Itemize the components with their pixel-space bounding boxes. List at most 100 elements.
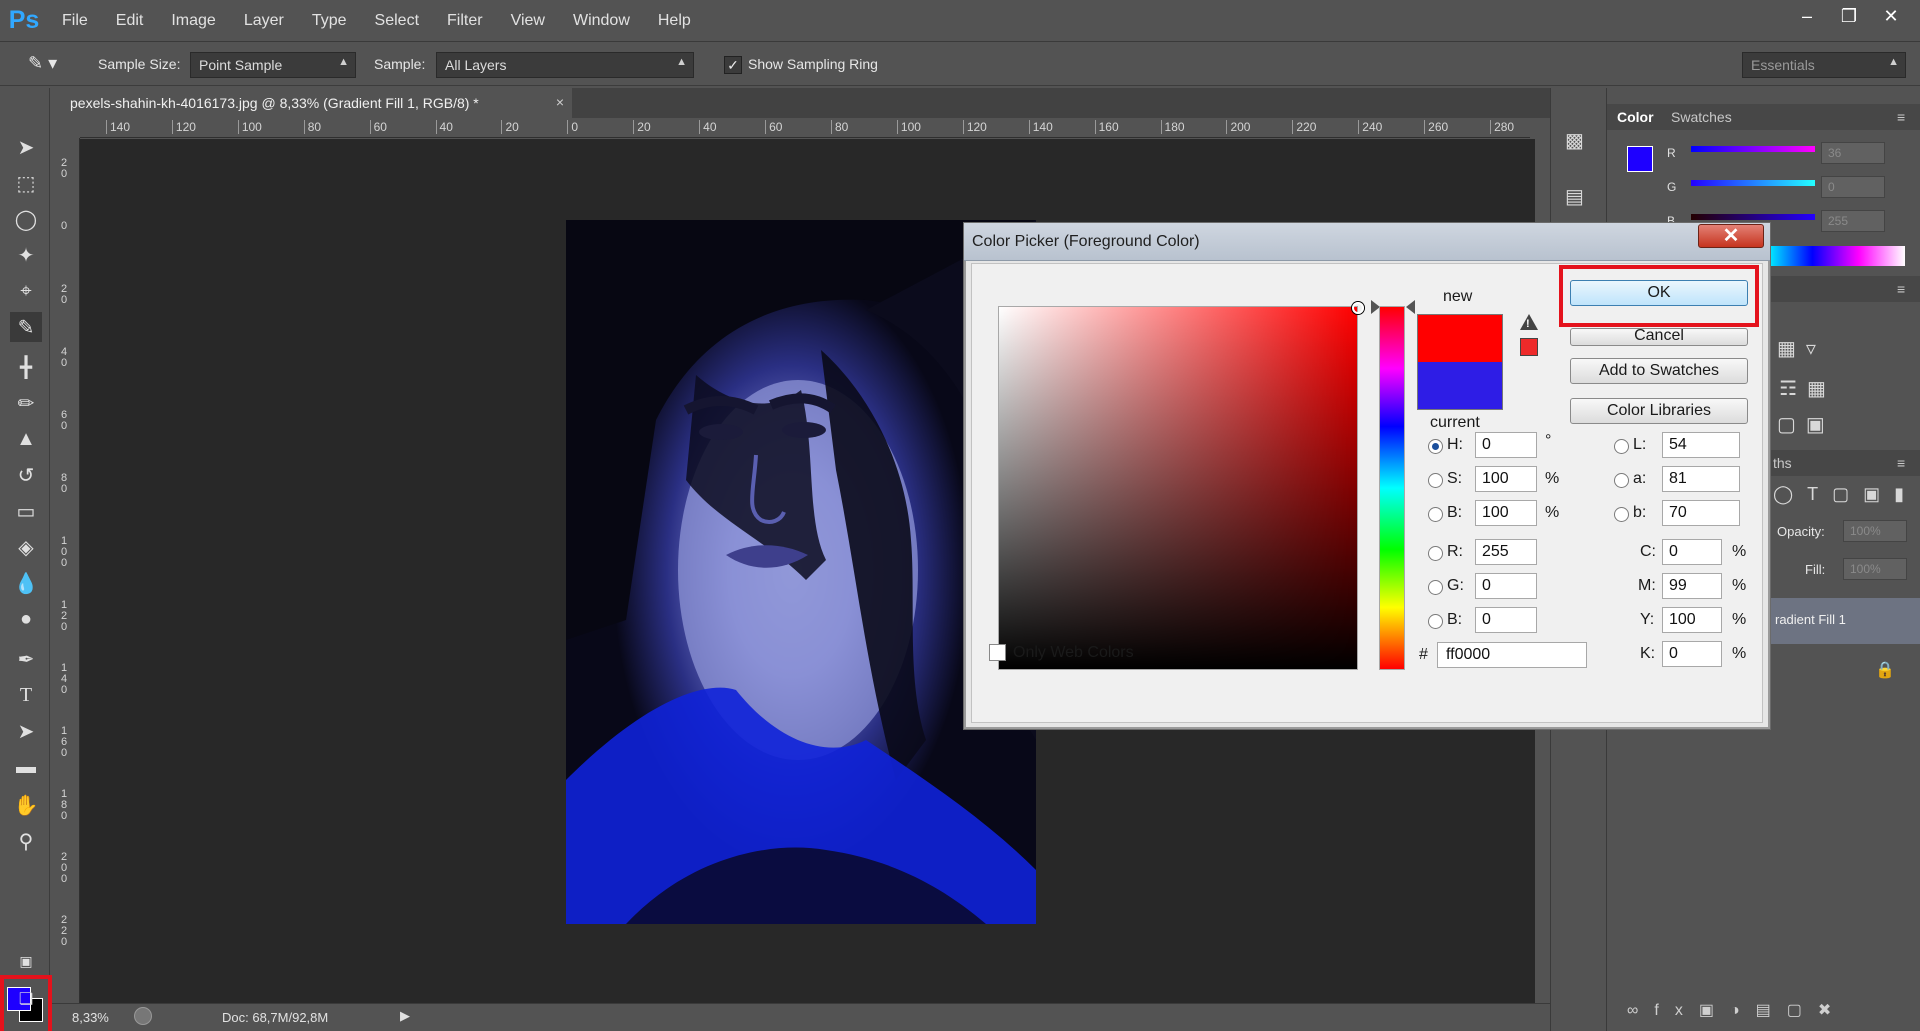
layers-footer-icons[interactable]: ∞fx▣◑▤▢✖ [1627,1000,1847,1020]
hue-slider-right-arrow-icon[interactable] [1406,300,1415,314]
adjustment-icons-row-3[interactable]: ▢▣ [1777,412,1835,437]
panel-menu-icon[interactable]: ≡ [1897,109,1905,125]
show-sampling-ring-checkbox[interactable]: ✓ [724,56,742,74]
channel-b-value[interactable]: 255 [1821,210,1885,232]
path-select-tool-icon[interactable]: ➤ [10,716,42,746]
hue-slider[interactable] [1379,306,1405,670]
red-input[interactable]: 255 [1475,539,1537,565]
adjustment-icons-row-1[interactable]: ▦▿ [1777,336,1826,361]
close-window-icon[interactable]: ✕ [1870,2,1912,30]
panel-menu-icon[interactable]: ≡ [1897,281,1905,297]
lasso-tool-icon[interactable]: ◯ [10,204,42,234]
brush-tool-icon[interactable]: ✏ [10,388,42,418]
a-channel-input[interactable]: 81 [1662,466,1740,492]
hue-input[interactable]: 0 [1475,432,1537,458]
saturation-input[interactable]: 100 [1475,466,1537,492]
brightness-input[interactable]: 100 [1475,500,1537,526]
panel-menu-icon[interactable]: ≡ [1897,455,1905,471]
layer-filter-icons[interactable]: ◯T▢▣▮ [1773,484,1918,505]
menu-edit[interactable]: Edit [102,0,158,42]
radio-red[interactable] [1428,546,1443,561]
sample-size-select[interactable]: Point Sample ▲ [190,52,356,78]
gamut-corrected-swatch[interactable] [1520,338,1538,356]
add-to-swatches-button[interactable]: Add to Swatches [1570,358,1748,384]
blue-input[interactable]: 0 [1475,607,1537,633]
quick-mask-icon[interactable]: ▣ [10,946,42,976]
radio-green[interactable] [1428,580,1443,595]
document-tab[interactable]: pexels-shahin-kh-4016173.jpg @ 8,33% (Gr… [52,88,572,118]
pen-tool-icon[interactable]: ✒ [10,644,42,674]
ok-button[interactable]: OK [1570,280,1748,306]
history-panel-icon[interactable]: ▩ [1565,128,1593,156]
lightness-input[interactable]: 54 [1662,432,1740,458]
fill-input[interactable]: 100% [1843,558,1907,580]
cancel-button[interactable]: Cancel [1570,328,1748,346]
menu-file[interactable]: File [48,0,102,42]
marquee-tool-icon[interactable]: ⬚ [10,168,42,198]
channel-r-value[interactable]: 36 [1821,142,1885,164]
color-panel-fg-swatch[interactable] [1627,146,1653,172]
crop-tool-icon[interactable]: ⌖ [10,276,42,306]
properties-panel-icon[interactable]: ▤ [1565,184,1593,212]
dialog-title-bar[interactable]: Color Picker (Foreground Color) [964,223,1770,261]
opacity-input[interactable]: 100% [1843,520,1907,542]
menu-type[interactable]: Type [298,0,361,42]
healing-brush-tool-icon[interactable]: ╋ [10,352,42,382]
history-brush-tool-icon[interactable]: ↺ [10,460,42,490]
sample-select[interactable]: All Layers ▲ [436,52,694,78]
dialog-close-button[interactable]: ✕ [1698,224,1764,248]
radio-blue[interactable] [1428,614,1443,629]
menu-layer[interactable]: Layer [230,0,298,42]
color-libraries-button[interactable]: Color Libraries [1570,398,1748,424]
channel-g-slider[interactable] [1691,180,1815,186]
menu-select[interactable]: Select [361,0,433,42]
only-web-colors-checkbox[interactable] [989,644,1006,661]
workspace-select[interactable]: Essentials ▲ [1742,52,1906,78]
magenta-input[interactable]: 99 [1662,573,1722,599]
channel-b-slider[interactable] [1691,214,1815,220]
radio-a-channel[interactable] [1614,473,1629,488]
current-color-swatch[interactable] [1417,362,1503,410]
blur-tool-icon[interactable]: 💧 [10,568,42,598]
zoom-tool-icon[interactable]: ⚲ [10,826,42,856]
channel-r-slider[interactable] [1691,146,1815,152]
radio-b-channel[interactable] [1614,507,1629,522]
tab-color[interactable]: Color [1617,109,1654,125]
green-input[interactable]: 0 [1475,573,1537,599]
menu-image[interactable]: Image [157,0,229,42]
radio-hue[interactable] [1428,439,1443,454]
paint-bucket-tool-icon[interactable]: ◈ [10,532,42,562]
dodge-tool-icon[interactable]: ● [10,604,42,634]
color-field-marker[interactable] [1352,302,1364,314]
type-tool-icon[interactable]: T [10,680,42,710]
menu-window[interactable]: Window [559,0,644,42]
minimize-icon[interactable]: – [1786,2,1828,30]
b-channel-input[interactable]: 70 [1662,500,1740,526]
yellow-input[interactable]: 100 [1662,607,1722,633]
tab-swatches[interactable]: Swatches [1671,109,1732,125]
tab-paths[interactable]: ths [1773,455,1792,471]
quick-select-tool-icon[interactable]: ✦ [10,240,42,270]
move-tool-icon[interactable]: ➤ [10,132,42,162]
rectangle-tool-icon[interactable]: ▬ [10,752,42,782]
eraser-tool-icon[interactable]: ▭ [10,496,42,526]
black-input[interactable]: 0 [1662,641,1722,667]
zoom-level[interactable]: 8,33% [72,1010,109,1025]
status-menu-arrow-icon[interactable]: ▶ [400,1008,410,1024]
cyan-input[interactable]: 0 [1662,539,1722,565]
channel-g-value[interactable]: 0 [1821,176,1885,198]
stamp-tool-icon[interactable]: ▲ [10,424,42,454]
eyedropper-preset-icon[interactable]: ✎ ▾ [28,53,70,77]
radio-brightness[interactable] [1428,507,1443,522]
menu-filter[interactable]: Filter [433,0,497,42]
layer-row-gradient-fill[interactable]: radient Fill 1 [1767,598,1920,644]
restore-icon[interactable]: ❐ [1828,2,1870,30]
menu-help[interactable]: Help [644,0,705,42]
close-tab-icon[interactable]: × [556,94,564,110]
saturation-brightness-field[interactable] [998,306,1358,670]
eyedropper-tool-icon[interactable]: ✎ [10,312,42,342]
radio-lightness[interactable] [1614,439,1629,454]
hex-input[interactable]: ff0000 [1437,642,1587,668]
radio-saturation[interactable] [1428,473,1443,488]
hand-tool-icon[interactable]: ✋ [10,790,42,820]
